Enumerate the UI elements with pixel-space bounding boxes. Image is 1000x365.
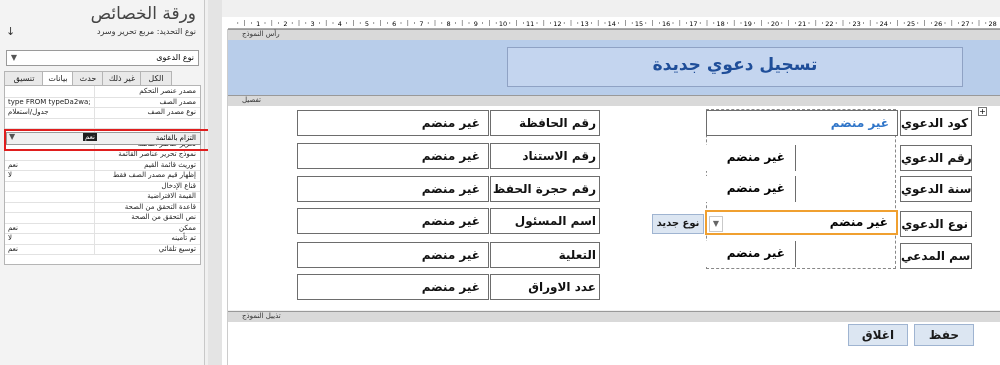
- object-selector[interactable]: نوع الدعوى ▼: [6, 50, 199, 66]
- ruler-number: 5: [365, 20, 369, 28]
- ruler-number: 1: [256, 20, 260, 28]
- field-plaintiff[interactable]: غير منضم: [706, 241, 796, 267]
- ruler-number: 14: [608, 20, 616, 28]
- property-row[interactable]: توسيع تلقائي نعم: [5, 243, 200, 255]
- ruler-number: 19: [744, 20, 752, 28]
- band-label: رأس النموذج: [242, 30, 280, 38]
- pane-splitter[interactable]: [208, 0, 222, 365]
- ruler-number: 22: [825, 20, 833, 28]
- label-plaintiff: اسم المدعي: [900, 243, 972, 269]
- save-button[interactable]: حفظ: [914, 324, 974, 346]
- property-label: قناع الإدخال: [161, 181, 196, 190]
- property-label: القيمة الافتراضية: [147, 192, 196, 200]
- property-label: ممكن: [179, 223, 196, 232]
- chevron-down-icon[interactable]: ▼: [8, 52, 20, 64]
- ruler-number: 18: [716, 20, 724, 28]
- field-year[interactable]: غير منضم: [706, 176, 796, 202]
- property-sheet-title: ورقة الخصائص: [90, 4, 196, 24]
- label-pages: عدد الاوراق: [490, 274, 600, 300]
- field-code[interactable]: غير منضم: [706, 110, 898, 136]
- ruler-number: 11: [526, 20, 534, 28]
- ruler-number: 9: [474, 20, 478, 28]
- horizontal-ruler: 1 2 3 4 5 6 7 8 9 10 11 12 13 14 15 16 17 18 19 20 21 22 23 24 2…: [228, 17, 1000, 29]
- property-label: نوع مصدر الصف: [147, 108, 196, 116]
- ruler-number: 28: [988, 20, 996, 28]
- field-number[interactable]: غير منضم: [706, 145, 796, 171]
- chevron-down-icon[interactable]: ▼: [709, 216, 723, 232]
- property-label: توريث قائمة القيم: [144, 160, 196, 169]
- form-title-label[interactable]: تسجيل دعوي جديدة: [507, 47, 963, 87]
- form-header-band[interactable]: رأس النموذج: [228, 29, 1000, 40]
- field-officer[interactable]: غير منضم: [297, 208, 489, 234]
- band-label: تذييل النموذج: [242, 312, 281, 320]
- ruler-number: 21: [798, 20, 806, 28]
- label-document: رقم الاستناد: [490, 143, 600, 169]
- ruler-number: 3: [311, 20, 315, 28]
- label-type: نوع الدعوي: [900, 211, 972, 237]
- move-handle-icon[interactable]: +: [978, 107, 987, 116]
- field-document[interactable]: غير منضم: [297, 143, 489, 169]
- form-footer-band[interactable]: تذييل النموذج: [228, 311, 1000, 322]
- band-label: تفصيل: [242, 96, 261, 104]
- ruler-number: 24: [880, 20, 888, 28]
- ruler-number: 16: [662, 20, 670, 28]
- sort-az-icon[interactable]: ↓: [6, 25, 15, 38]
- combo-type[interactable]: غير منضم ▼: [705, 210, 898, 235]
- label-folder: رقم الحافظة: [490, 110, 600, 136]
- property-value[interactable]: نعم: [8, 223, 18, 233]
- detail-band[interactable]: تفصيل: [228, 95, 1000, 106]
- ruler-number: 20: [771, 20, 779, 28]
- property-label: نص التحقق من الصحة: [131, 213, 196, 221]
- property-value[interactable]: نعم: [8, 244, 18, 254]
- ruler-number: 4: [338, 20, 342, 28]
- form-title-text: تسجيل دعوي جديدة: [652, 55, 818, 75]
- ruler-number: 15: [635, 20, 643, 28]
- field-folder[interactable]: غير منضم: [297, 110, 489, 136]
- property-value[interactable]: نعم: [8, 160, 18, 170]
- combo-type-value: غير منضم: [829, 215, 888, 229]
- property-label: مصدر عنصر التحكم: [139, 87, 196, 95]
- label-room: رقم حجرة الحفظ: [490, 176, 600, 202]
- ruler-number: 27: [961, 20, 969, 28]
- ruler-number: 8: [447, 20, 451, 28]
- label-number: رقم الدعوي: [900, 145, 972, 171]
- ruler-number: 12: [553, 20, 561, 28]
- ruler-number: 25: [907, 20, 915, 28]
- selection-type-label: نوع التحديد: مربع تحرير وسرد: [96, 27, 196, 36]
- new-type-button[interactable]: نوع جديد: [652, 214, 704, 234]
- property-label: مصدر الصف: [159, 97, 197, 106]
- field-room[interactable]: غير منضم: [297, 176, 489, 202]
- property-label: قاعدة التحقق من الصحة: [124, 202, 196, 211]
- label-officer: اسم المسئول: [490, 208, 600, 234]
- ruler-number: 13: [580, 20, 588, 28]
- property-label: تم تأمينه: [171, 234, 196, 242]
- ruler-number: 17: [689, 20, 697, 28]
- property-tabs: تنسيق بيانات حدث غير ذلك الكل: [4, 71, 200, 87]
- ruler-number: 23: [852, 20, 860, 28]
- object-selector-value: نوع الدعوى: [156, 53, 194, 62]
- ruler-number: 7: [419, 20, 423, 28]
- property-value[interactable]: جدول/استعلام: [8, 107, 49, 117]
- property-label: إظهار قيم مصدر الصف فقط: [112, 171, 196, 179]
- label-year: سنة الدعوي: [900, 176, 972, 202]
- field-elevation[interactable]: غير منضم: [297, 242, 489, 268]
- label-code: كود الدعوي: [900, 110, 972, 136]
- ruler-number: 26: [934, 20, 942, 28]
- ruler-number: 2: [283, 20, 287, 28]
- ruler-number: 6: [392, 20, 396, 28]
- field-pages[interactable]: غير منضم: [297, 274, 489, 300]
- ruler-number: 10: [499, 20, 507, 28]
- property-grid: مصدر عنصر التحكم مصدر الصف type FROM type…: [4, 85, 201, 265]
- property-sheet: ورقة الخصائص نوع التحديد: مربع تحرير وسر…: [0, 0, 205, 365]
- close-button[interactable]: اغلاق: [848, 324, 908, 346]
- property-value[interactable]: type FROM typeDa2wa;: [8, 97, 91, 107]
- label-elevation: التعلية: [490, 242, 600, 268]
- property-value[interactable]: لا: [8, 170, 12, 180]
- property-value[interactable]: لا: [8, 233, 12, 243]
- property-label: توسيع تلقائي: [158, 244, 196, 253]
